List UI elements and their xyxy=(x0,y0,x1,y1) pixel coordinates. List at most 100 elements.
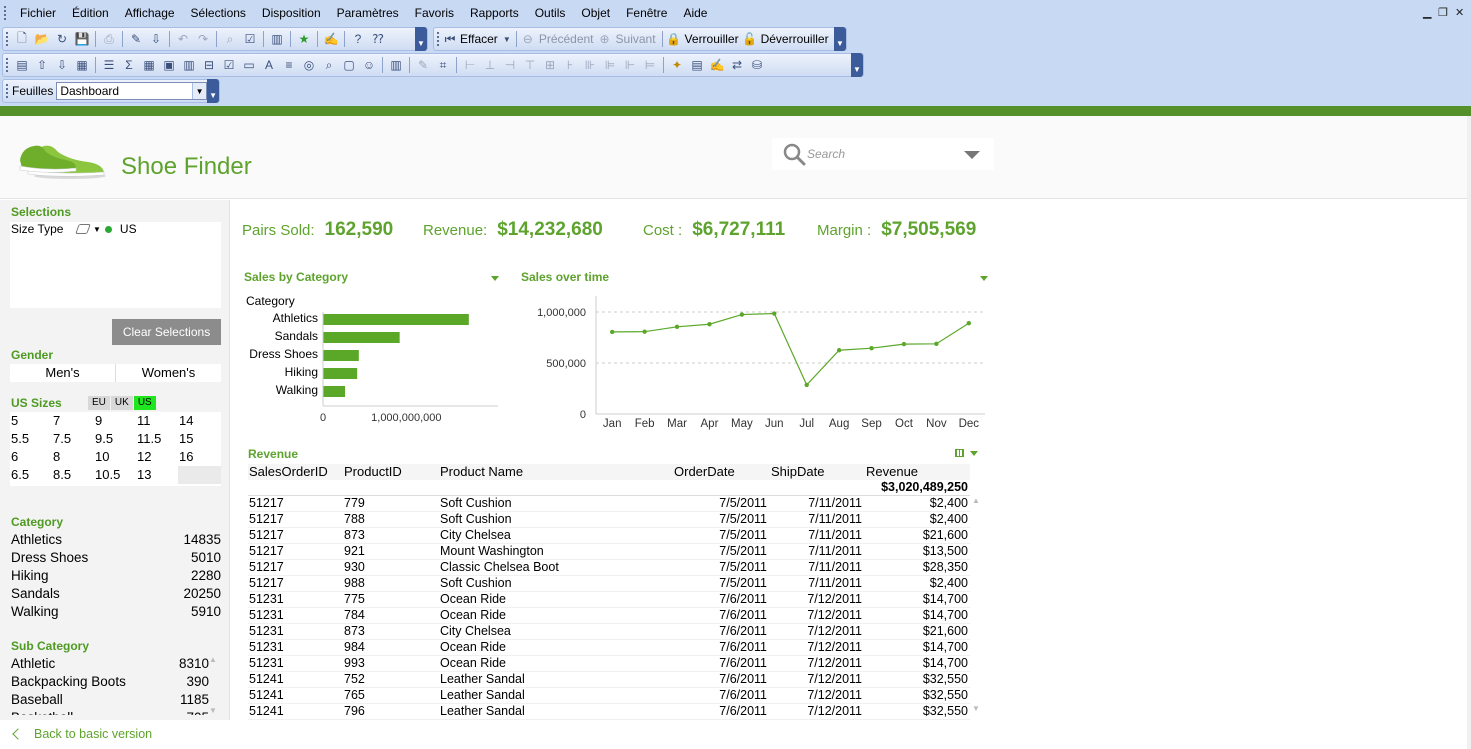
document-properties-icon[interactable]: ▤ xyxy=(688,56,706,74)
data-point[interactable] xyxy=(642,329,647,334)
scroll-up-icon[interactable]: ▲ xyxy=(209,655,217,664)
table-box-icon[interactable]: ▦ xyxy=(140,56,158,74)
edit-script-icon[interactable]: ✎ xyxy=(127,30,145,48)
table-row[interactable]: 51241 796 Leather Sandal 7/6/2011 7/12/2011 $… xyxy=(248,704,970,720)
size-option[interactable]: 10 xyxy=(95,448,135,466)
align-middle-icon[interactable]: ⊞ xyxy=(541,56,559,74)
column-header[interactable]: ShipDate xyxy=(771,464,824,479)
toolbar-overflow-button[interactable]: ▼ xyxy=(415,27,427,51)
toolbar-overflow-button[interactable]: ▼ xyxy=(207,79,219,103)
table-row[interactable]: 51217 873 City Chelsea 7/5/2011 7/11/2011 $21… xyxy=(248,528,970,544)
list-item[interactable]: Athletic 8310 xyxy=(11,655,209,673)
table-viewer-icon[interactable]: ⛁ xyxy=(748,56,766,74)
list-item[interactable]: Hiking 2280 xyxy=(11,567,221,585)
column-header[interactable]: Revenue xyxy=(866,464,918,479)
size-option[interactable]: 5 xyxy=(11,412,51,430)
menu-item[interactable]: Fenêtre xyxy=(618,0,675,26)
chart-icon[interactable]: ▥ xyxy=(180,56,198,74)
chevron-down-icon[interactable]: ▼ xyxy=(93,225,101,234)
print-icon[interactable]: ⎙ xyxy=(100,30,118,48)
menu-item[interactable]: Favoris xyxy=(407,0,462,26)
input-box-icon[interactable]: ⊟ xyxy=(200,56,218,74)
layout-chart-icon[interactable]: ▥ xyxy=(387,56,405,74)
reload-data-icon[interactable]: ⇩ xyxy=(147,30,165,48)
adjust-icon[interactable]: ⊨ xyxy=(641,56,659,74)
table-row[interactable]: 51231 775 Ocean Ride 7/6/2011 7/12/2011 $14,7… xyxy=(248,592,970,608)
data-point[interactable] xyxy=(804,382,809,388)
lock-button[interactable]: Verrouiller xyxy=(682,32,742,46)
data-point[interactable] xyxy=(739,312,745,317)
bar[interactable] xyxy=(323,314,469,325)
data-point[interactable] xyxy=(610,329,615,335)
back-icon[interactable]: ⊖ xyxy=(521,30,535,48)
column-header[interactable]: SalesOrderID xyxy=(249,464,328,479)
table-row[interactable]: 51217 788 Soft Cushion 7/5/2011 7/11/2011 $2,… xyxy=(248,512,970,528)
properties-icon[interactable]: ✦ xyxy=(668,56,686,74)
data-point[interactable] xyxy=(707,322,712,327)
gender-option-mens[interactable]: Men's xyxy=(10,364,115,382)
back-link[interactable]: Back to basic version xyxy=(12,727,152,741)
search-object-icon[interactable]: ⌕ xyxy=(320,56,338,74)
sheet-promote-icon[interactable]: ⇧ xyxy=(33,56,51,74)
size-option[interactable]: 9.5 xyxy=(95,430,135,448)
scrollbar[interactable]: ▲ ▼ xyxy=(972,496,982,720)
clear-icon[interactable]: ⏮ xyxy=(444,30,456,48)
select-objects-icon[interactable]: ⌗ xyxy=(434,56,452,74)
minimize-icon[interactable]: ▁ xyxy=(1423,6,1431,19)
toolbar-grip[interactable] xyxy=(6,32,9,46)
undo-icon[interactable]: ↶ xyxy=(174,30,192,48)
eraser-icon[interactable] xyxy=(75,224,91,234)
expression-overview-icon[interactable]: ⇄ xyxy=(728,56,746,74)
size-option[interactable]: 11 xyxy=(137,412,177,430)
size-option[interactable]: 16 xyxy=(179,448,219,466)
multibox-icon[interactable]: ▣ xyxy=(160,56,178,74)
menu-item[interactable]: Outils xyxy=(527,0,574,26)
edit-icon[interactable]: ✍ xyxy=(322,30,340,48)
menu-item[interactable]: Sélections xyxy=(183,0,254,26)
size-option[interactable]: 8 xyxy=(53,448,93,466)
context-help-icon[interactable]: ⁇ xyxy=(369,30,387,48)
open-folder-icon[interactable]: 📂 xyxy=(33,30,51,48)
menu-item[interactable]: Paramètres xyxy=(329,0,407,26)
data-point[interactable] xyxy=(966,321,971,326)
table-row[interactable]: 51231 873 City Chelsea 7/6/2011 7/12/2011 $21… xyxy=(248,624,970,640)
search-box[interactable]: Search xyxy=(772,138,994,170)
sheet-demote-icon[interactable]: ⇩ xyxy=(53,56,71,74)
size-option[interactable]: 6.5 xyxy=(11,466,51,484)
data-point[interactable] xyxy=(934,341,939,347)
restore-icon[interactable]: ❐ xyxy=(1438,6,1448,19)
button-icon[interactable]: ▭ xyxy=(240,56,258,74)
slider-icon[interactable]: ◎ xyxy=(300,56,318,74)
bar[interactable] xyxy=(323,368,358,379)
scrollbar[interactable]: ▲ ▼ xyxy=(209,655,217,715)
sheet-properties-icon[interactable]: ▦ xyxy=(73,56,91,74)
column-header[interactable]: OrderDate xyxy=(674,464,735,479)
size-option[interactable]: 14 xyxy=(179,412,219,430)
statistics-box-icon[interactable]: Σ xyxy=(120,56,138,74)
text-object-icon[interactable]: A xyxy=(260,56,278,74)
list-item[interactable]: Walking 5910 xyxy=(11,603,221,621)
size-option[interactable]: 6 xyxy=(11,448,51,466)
container-icon[interactable]: ☺ xyxy=(360,56,378,74)
sheet-select[interactable]: Dashboard ▼ xyxy=(56,82,208,100)
new-document-icon[interactable]: 🗋 xyxy=(13,30,31,48)
table-row[interactable]: 51217 921 Mount Washington 7/5/2011 7/11/201… xyxy=(248,544,970,560)
menu-item[interactable]: Rapports xyxy=(462,0,527,26)
menu-item[interactable]: Objet xyxy=(573,0,618,26)
scroll-up-icon[interactable]: ▲ xyxy=(972,496,980,505)
clear-button[interactable]: Effacer xyxy=(457,32,501,46)
list-item[interactable]: Baseball 1185 xyxy=(11,691,209,709)
tab-eu[interactable]: EU xyxy=(88,396,110,410)
chevron-down-icon[interactable]: ▼ xyxy=(192,83,207,99)
table-row[interactable]: 51241 752 Leather Sandal 7/6/2011 7/12/2011 $… xyxy=(248,672,970,688)
save-icon[interactable]: 💾 xyxy=(73,30,91,48)
bar[interactable] xyxy=(323,350,359,361)
format-painter-icon[interactable]: ✎ xyxy=(414,56,432,74)
space-vertical-icon[interactable]: ⊫ xyxy=(601,56,619,74)
line-arrow-icon[interactable]: ≡ xyxy=(280,56,298,74)
help-icon[interactable]: ? xyxy=(349,30,367,48)
table-row[interactable]: 51231 984 Ocean Ride 7/6/2011 7/12/2011 $14,7… xyxy=(248,640,970,656)
align-right-icon[interactable]: ⊣ xyxy=(501,56,519,74)
listbox-icon[interactable]: ☰ xyxy=(100,56,118,74)
align-left-icon[interactable]: ⊢ xyxy=(461,56,479,74)
